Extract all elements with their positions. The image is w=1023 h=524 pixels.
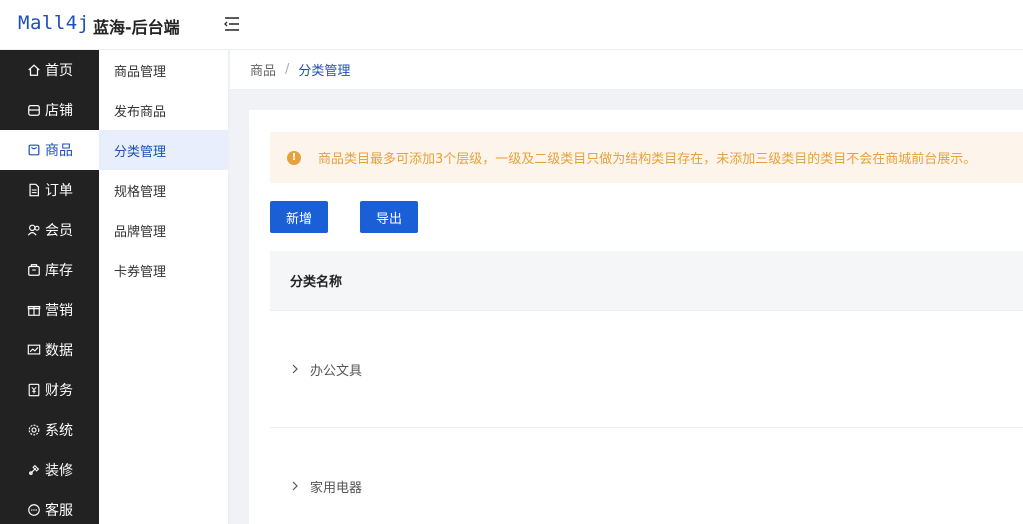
category-name: 办公文具 xyxy=(310,363,363,379)
nav-item-label: 数据 xyxy=(45,343,73,359)
subnav-item-category-manage[interactable]: 分类管理 xyxy=(99,130,228,170)
export-button[interactable]: 导出 xyxy=(360,201,418,233)
nav-item-marketing[interactable]: 营销 xyxy=(0,290,99,330)
table-row: 家用电器 xyxy=(270,428,1023,524)
secondary-sidebar: 商品管理 发布商品 分类管理 规格管理 品牌管理 卡券管理 xyxy=(99,50,229,524)
gift-icon xyxy=(26,302,42,318)
nav-item-inventory[interactable]: 库存 xyxy=(0,250,99,290)
add-button[interactable]: 新增 xyxy=(270,201,328,233)
breadcrumb-parent[interactable]: 商品 xyxy=(250,60,276,79)
nav-item-finance[interactable]: 财务 xyxy=(0,370,99,410)
main-content: ! 商品类目最多可添加3个层级，一级及二级类目只做为结构类目存在，未添加三级类目… xyxy=(249,110,1023,524)
nav-item-label: 库存 xyxy=(45,263,73,279)
nav-item-label: 装修 xyxy=(45,463,73,479)
table-row: 办公文具 xyxy=(270,311,1023,428)
shop-name: 蓝海-后台端 xyxy=(93,18,180,37)
chat-icon xyxy=(26,502,42,518)
nav-item-member[interactable]: 会员 xyxy=(0,210,99,250)
nav-item-label: 商品 xyxy=(45,143,73,159)
notice-text: 商品类目最多可添加3个层级，一级及二级类目只做为结构类目存在，未添加三级类目的类… xyxy=(318,152,977,167)
product-icon xyxy=(26,142,42,158)
table-header: 分类名称 xyxy=(270,251,1023,311)
nav-item-label: 客服 xyxy=(45,503,73,519)
nav-item-decoration[interactable]: 装修 xyxy=(0,450,99,490)
subnav-item-brand-manage[interactable]: 品牌管理 xyxy=(99,210,228,250)
chart-icon xyxy=(26,342,42,358)
order-icon xyxy=(26,182,42,198)
nav-item-order[interactable]: 订单 xyxy=(0,170,99,210)
chevron-right-icon[interactable] xyxy=(290,480,302,492)
column-header-category-name: 分类名称 xyxy=(290,275,343,290)
nav-item-label: 订单 xyxy=(45,183,73,199)
finance-icon xyxy=(26,382,42,398)
subnav-item-publish-product[interactable]: 发布商品 xyxy=(99,90,228,130)
nav-item-data[interactable]: 数据 xyxy=(0,330,99,370)
top-header: Mall4j 蓝海-后台端 xyxy=(0,0,1023,50)
subnav-item-coupon-manage[interactable]: 卡券管理 xyxy=(99,250,228,290)
breadcrumb-separator: / xyxy=(285,62,290,77)
warning-icon: ! xyxy=(287,150,301,165)
breadcrumb-current: 分类管理 xyxy=(298,64,351,79)
chevron-right-icon[interactable] xyxy=(290,363,302,375)
store-icon xyxy=(26,102,42,118)
nav-item-label: 店铺 xyxy=(45,103,73,119)
inventory-icon xyxy=(26,262,42,278)
nav-item-product[interactable]: 商品 xyxy=(0,130,99,170)
nav-item-store[interactable]: 店铺 xyxy=(0,90,99,130)
subnav-item-product-manage[interactable]: 商品管理 xyxy=(99,50,228,90)
breadcrumb: 商品 / 分类管理 xyxy=(230,50,1023,90)
nav-item-system[interactable]: 系统 xyxy=(0,410,99,450)
home-icon xyxy=(26,62,42,78)
nav-item-label: 首页 xyxy=(45,63,73,79)
primary-sidebar: 首页 店铺 商品 订单 会员 库存 营销 数据 财务 系统 装修 客服 xyxy=(0,50,99,524)
nav-item-label: 财务 xyxy=(45,383,73,399)
gear-icon xyxy=(26,422,42,438)
info-notice: ! 商品类目最多可添加3个层级，一级及二级类目只做为结构类目存在，未添加三级类目… xyxy=(270,132,1023,183)
nav-item-label: 会员 xyxy=(45,223,73,239)
nav-item-service[interactable]: 客服 xyxy=(0,490,99,524)
nav-item-home[interactable]: 首页 xyxy=(0,50,99,90)
nav-item-label: 系统 xyxy=(45,423,73,439)
menu-collapse-icon[interactable] xyxy=(222,14,242,34)
member-icon xyxy=(26,222,42,238)
nav-item-label: 营销 xyxy=(45,303,73,319)
category-name: 家用电器 xyxy=(310,480,363,496)
brush-icon xyxy=(26,462,42,478)
subnav-item-spec-manage[interactable]: 规格管理 xyxy=(99,170,228,210)
logo: Mall4j xyxy=(18,12,90,34)
